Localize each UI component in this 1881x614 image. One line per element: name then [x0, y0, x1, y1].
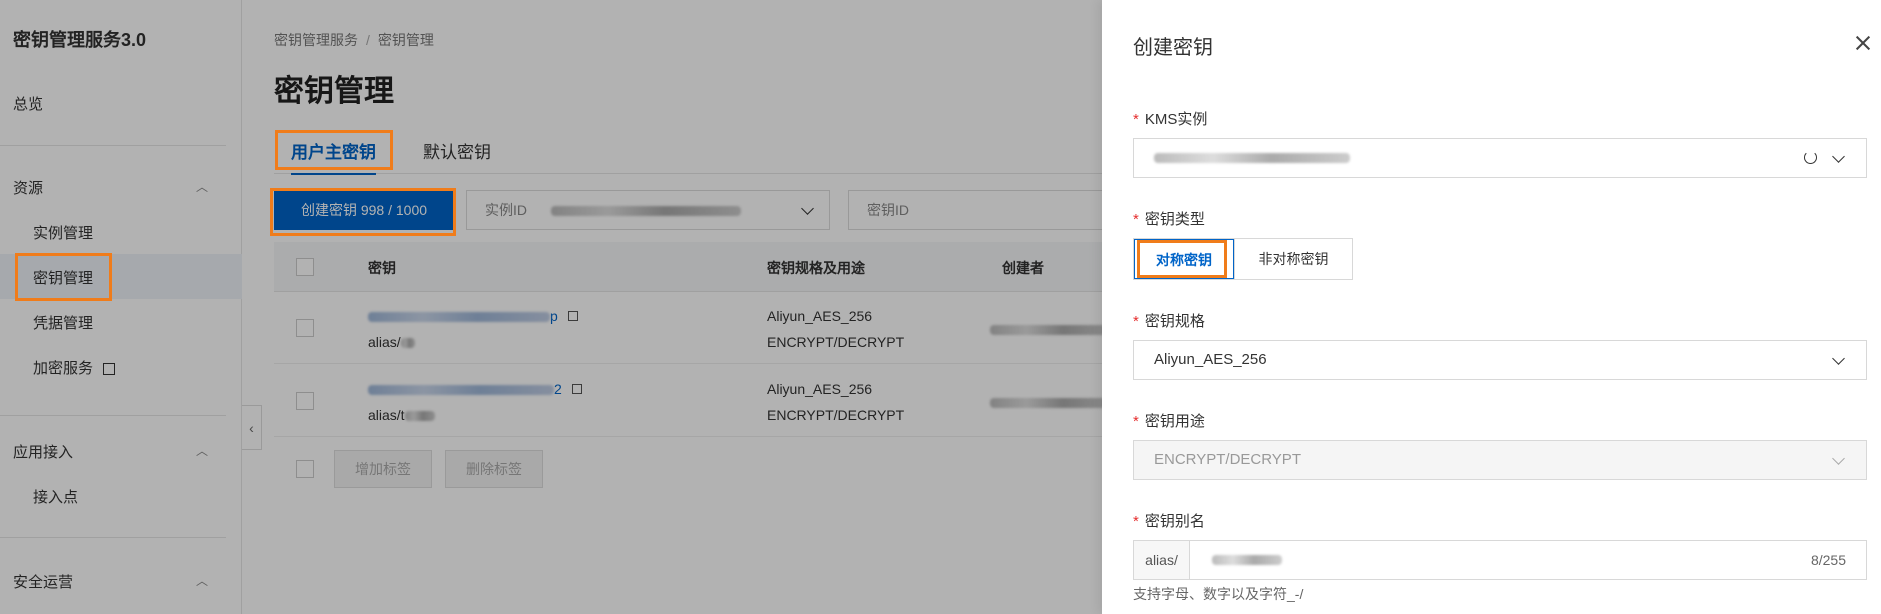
key-usage-label: * 密钥用途 — [1133, 413, 1205, 430]
key-alias-input[interactable]: alias/ 8/255 — [1133, 540, 1867, 580]
key-spec-select[interactable]: Aliyun_AES_256 — [1133, 340, 1867, 380]
refresh-icon[interactable] — [1804, 151, 1817, 164]
key-type-symmetric[interactable]: 对称密钥 — [1134, 239, 1234, 279]
drawer-title: 创建密钥 — [1133, 37, 1213, 59]
key-usage-select: ENCRYPT/DECRYPT — [1133, 440, 1867, 480]
required-mark: * — [1133, 413, 1139, 430]
required-mark: * — [1133, 513, 1139, 530]
key-usage-value: ENCRYPT/DECRYPT — [1154, 451, 1301, 468]
required-mark: * — [1133, 111, 1139, 128]
kms-instance-value — [1154, 153, 1350, 164]
create-key-drawer: 创建密钥 * KMS实例 * 密钥类型 对称密钥 非对称密钥 * 密钥规格 Aliyu… — [1102, 0, 1881, 614]
key-alias-label: * 密钥别名 — [1133, 513, 1205, 530]
alias-value — [1212, 555, 1282, 565]
alias-hint: 支持字母、数字以及字符_-/ — [1133, 586, 1304, 602]
alias-char-counter: 8/255 — [1810, 552, 1846, 568]
key-type-label: * 密钥类型 — [1133, 211, 1205, 228]
key-spec-value: Aliyun_AES_256 — [1154, 351, 1267, 368]
required-mark: * — [1133, 211, 1139, 228]
kms-instance-select[interactable] — [1133, 138, 1867, 178]
chevron-down-icon — [1832, 452, 1845, 465]
alias-prefix: alias/ — [1134, 541, 1190, 579]
kms-instance-label: * KMS实例 — [1133, 111, 1208, 128]
key-type-segmented: 对称密钥 非对称密钥 — [1133, 238, 1353, 280]
chevron-down-icon — [1832, 352, 1845, 365]
modal-mask[interactable] — [0, 0, 1102, 614]
key-type-asymmetric[interactable]: 非对称密钥 — [1234, 239, 1352, 279]
close-icon[interactable] — [1854, 34, 1872, 52]
key-spec-label: * 密钥规格 — [1133, 313, 1205, 330]
chevron-down-icon — [1832, 150, 1845, 163]
required-mark: * — [1133, 313, 1139, 330]
